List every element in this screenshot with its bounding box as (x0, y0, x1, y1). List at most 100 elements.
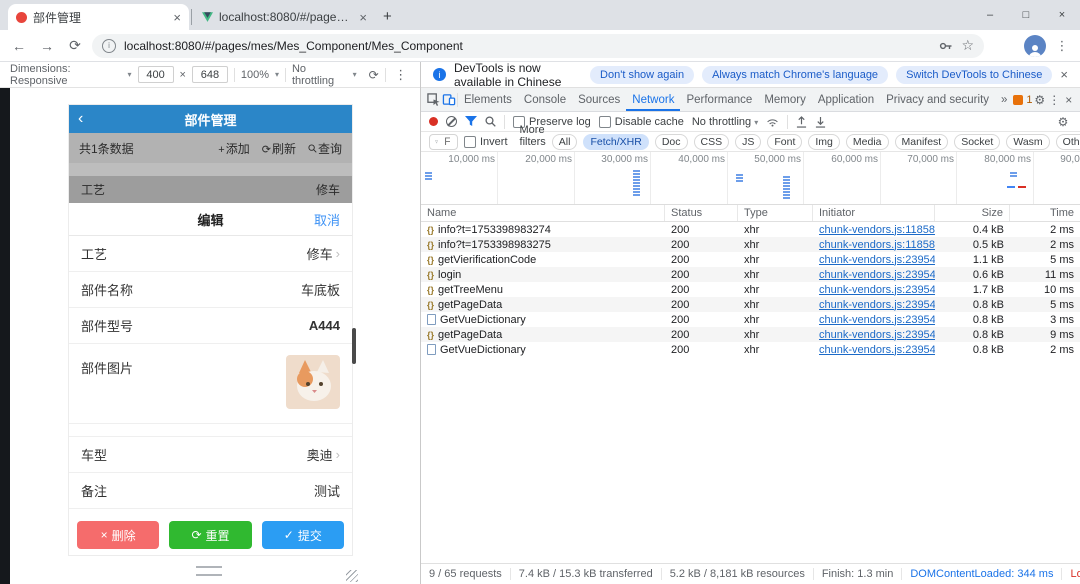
resize-grip[interactable] (346, 570, 358, 582)
network-settings-gear-icon[interactable]: ⚙ (1054, 115, 1072, 129)
filter-input[interactable] (442, 135, 452, 149)
height-input[interactable] (192, 66, 228, 83)
type-filter-manifest[interactable]: Manifest (895, 134, 949, 150)
initiator-link[interactable]: chunk-vendors.js:23954 (819, 344, 935, 356)
dont-show-again-button[interactable]: Don't show again (590, 66, 694, 84)
clear-icon[interactable] (446, 116, 457, 127)
type-filter-other[interactable]: Other (1056, 134, 1080, 150)
tab-memory[interactable]: Memory (758, 88, 812, 111)
bookmark-star-icon[interactable]: ☆ (961, 37, 974, 54)
network-conditions-icon[interactable] (766, 116, 779, 127)
forward-icon[interactable]: → (36, 38, 58, 54)
tab-application[interactable]: Application (812, 88, 880, 111)
field-part-name[interactable]: 部件名称 车底板 (69, 272, 352, 308)
type-filter-doc[interactable]: Doc (655, 134, 688, 150)
throttling-select[interactable]: No throttling ▾ (692, 116, 758, 128)
page-scrollbar-thumb[interactable] (352, 328, 356, 364)
import-har-icon[interactable] (815, 116, 826, 128)
initiator-link[interactable]: chunk-vendors.js:23954 (819, 314, 935, 326)
request-row[interactable]: {}info?t=1753398983274 200xhr chunk-vend… (421, 222, 1080, 237)
filter-input-box[interactable] (429, 134, 458, 150)
back-icon[interactable]: ← (8, 38, 30, 54)
type-filter-media[interactable]: Media (846, 134, 889, 150)
field-part-image[interactable]: 部件图片 (69, 344, 352, 424)
site-info-icon[interactable]: i (102, 39, 116, 53)
type-filter-all[interactable]: All (552, 134, 578, 150)
column-name[interactable]: Name (421, 205, 665, 221)
tab-console[interactable]: Console (518, 88, 572, 111)
issues-badge[interactable]: 1 (1013, 94, 1032, 106)
request-row[interactable]: {}getVierificationCode 200xhr chunk-vend… (421, 252, 1080, 267)
cancel-link[interactable]: 取消 (314, 210, 340, 229)
column-time[interactable]: Time (1010, 205, 1080, 221)
devtools-menu-icon[interactable]: ⋮ (1047, 93, 1061, 107)
tab-parts-management[interactable]: 部件管理 × (8, 4, 189, 30)
delete-button[interactable]: ×删除 (77, 521, 159, 549)
type-filter-js[interactable]: JS (735, 134, 761, 150)
request-row[interactable]: {}getPageData 200xhr chunk-vendors.js:23… (421, 297, 1080, 312)
column-type[interactable]: Type (738, 205, 813, 221)
add-button[interactable]: +添加 (218, 140, 249, 157)
profile-avatar[interactable] (1024, 35, 1046, 57)
devtools-close-icon[interactable]: × (1062, 93, 1076, 107)
field-remarks[interactable]: 备注 测试 (69, 473, 352, 509)
password-key-icon[interactable] (939, 39, 953, 53)
column-size[interactable]: Size (935, 205, 1010, 221)
submit-button[interactable]: ✓提交 (262, 521, 344, 549)
close-window-button[interactable]: × (1044, 9, 1080, 21)
request-row[interactable]: {}getPageData 200xhr chunk-vendors.js:23… (421, 327, 1080, 342)
refresh-button[interactable]: ⟳刷新 (262, 140, 296, 157)
viewport-drag-handle[interactable] (196, 566, 222, 576)
address-bar[interactable]: i localhost:8080/#/pages/mes/Mes_Compone… (92, 34, 984, 58)
new-tab-button[interactable]: + (383, 8, 392, 25)
export-har-icon[interactable] (796, 116, 807, 128)
more-tabs-icon[interactable]: » (995, 88, 1013, 111)
type-filter-img[interactable]: Img (808, 134, 840, 150)
field-process[interactable]: 工艺 修车› (69, 236, 352, 272)
request-row[interactable]: {}login 200xhr chunk-vendors.js:23954 0.… (421, 267, 1080, 282)
type-filter-socket[interactable]: Socket (954, 134, 1000, 150)
filter-funnel-icon[interactable] (465, 116, 477, 127)
device-toolbar-menu-icon[interactable]: ⋮ (392, 67, 410, 83)
reload-icon[interactable]: ⟳ (64, 37, 86, 54)
search-icon[interactable] (485, 116, 496, 127)
tab-close-icon[interactable]: × (359, 11, 367, 24)
initiator-link[interactable]: chunk-vendors.js:23954 (819, 299, 935, 311)
field-car-model[interactable]: 车型 奥迪› (69, 436, 352, 473)
tab-close-icon[interactable]: × (173, 11, 181, 24)
initiator-link[interactable]: chunk-vendors.js:11858 (819, 239, 935, 251)
request-row[interactable]: GetVueDictionary 200xhr chunk-vendors.js… (421, 342, 1080, 357)
tab-privacy-security[interactable]: Privacy and security (880, 88, 995, 111)
type-filter-wasm[interactable]: Wasm (1006, 134, 1049, 150)
record-icon[interactable] (429, 117, 438, 126)
part-image-thumbnail[interactable] (286, 355, 340, 409)
initiator-link[interactable]: chunk-vendors.js:11858 (819, 224, 935, 236)
initiator-link[interactable]: chunk-vendors.js:23954 (819, 329, 935, 341)
request-row[interactable]: {}getTreeMenu 200xhr chunk-vendors.js:23… (421, 282, 1080, 297)
type-filter-font[interactable]: Font (767, 134, 802, 150)
switch-chinese-button[interactable]: Switch DevTools to Chinese (896, 66, 1052, 84)
minimize-button[interactable]: – (972, 9, 1008, 21)
throttling-select[interactable]: No throttling (292, 63, 347, 87)
network-overview-timeline[interactable]: 10,000 ms 20,000 ms 30,000 ms 40,000 ms … (421, 152, 1080, 205)
dimensions-select[interactable]: Dimensions: Responsive (10, 63, 122, 87)
browser-menu-icon[interactable]: ⋮ (1052, 38, 1072, 54)
initiator-link[interactable]: chunk-vendors.js:23954 (819, 269, 935, 281)
column-initiator[interactable]: Initiator (813, 205, 935, 221)
zoom-select[interactable]: 100% (241, 69, 269, 81)
inspect-element-icon[interactable] (425, 93, 441, 106)
match-language-button[interactable]: Always match Chrome's language (702, 66, 888, 84)
search-button[interactable]: 查询 (308, 140, 342, 157)
column-status[interactable]: Status (665, 205, 738, 221)
reset-button[interactable]: ⟳重置 (169, 521, 251, 549)
invert-checkbox[interactable]: Invert (464, 136, 508, 148)
tab-performance[interactable]: Performance (680, 88, 758, 111)
tab-localhost[interactable]: localhost:8080/#/pages/men... × (194, 4, 375, 30)
initiator-link[interactable]: chunk-vendors.js:23954 (819, 284, 935, 296)
app-back-icon[interactable]: ‹ (78, 110, 83, 128)
width-input[interactable] (138, 66, 174, 83)
type-filter-fetch-xhr[interactable]: Fetch/XHR (583, 134, 648, 150)
request-row[interactable]: {}info?t=1753398983275 200xhr chunk-vend… (421, 237, 1080, 252)
notice-close-icon[interactable]: × (1060, 67, 1068, 82)
device-toolbar-toggle-icon[interactable] (441, 93, 457, 106)
